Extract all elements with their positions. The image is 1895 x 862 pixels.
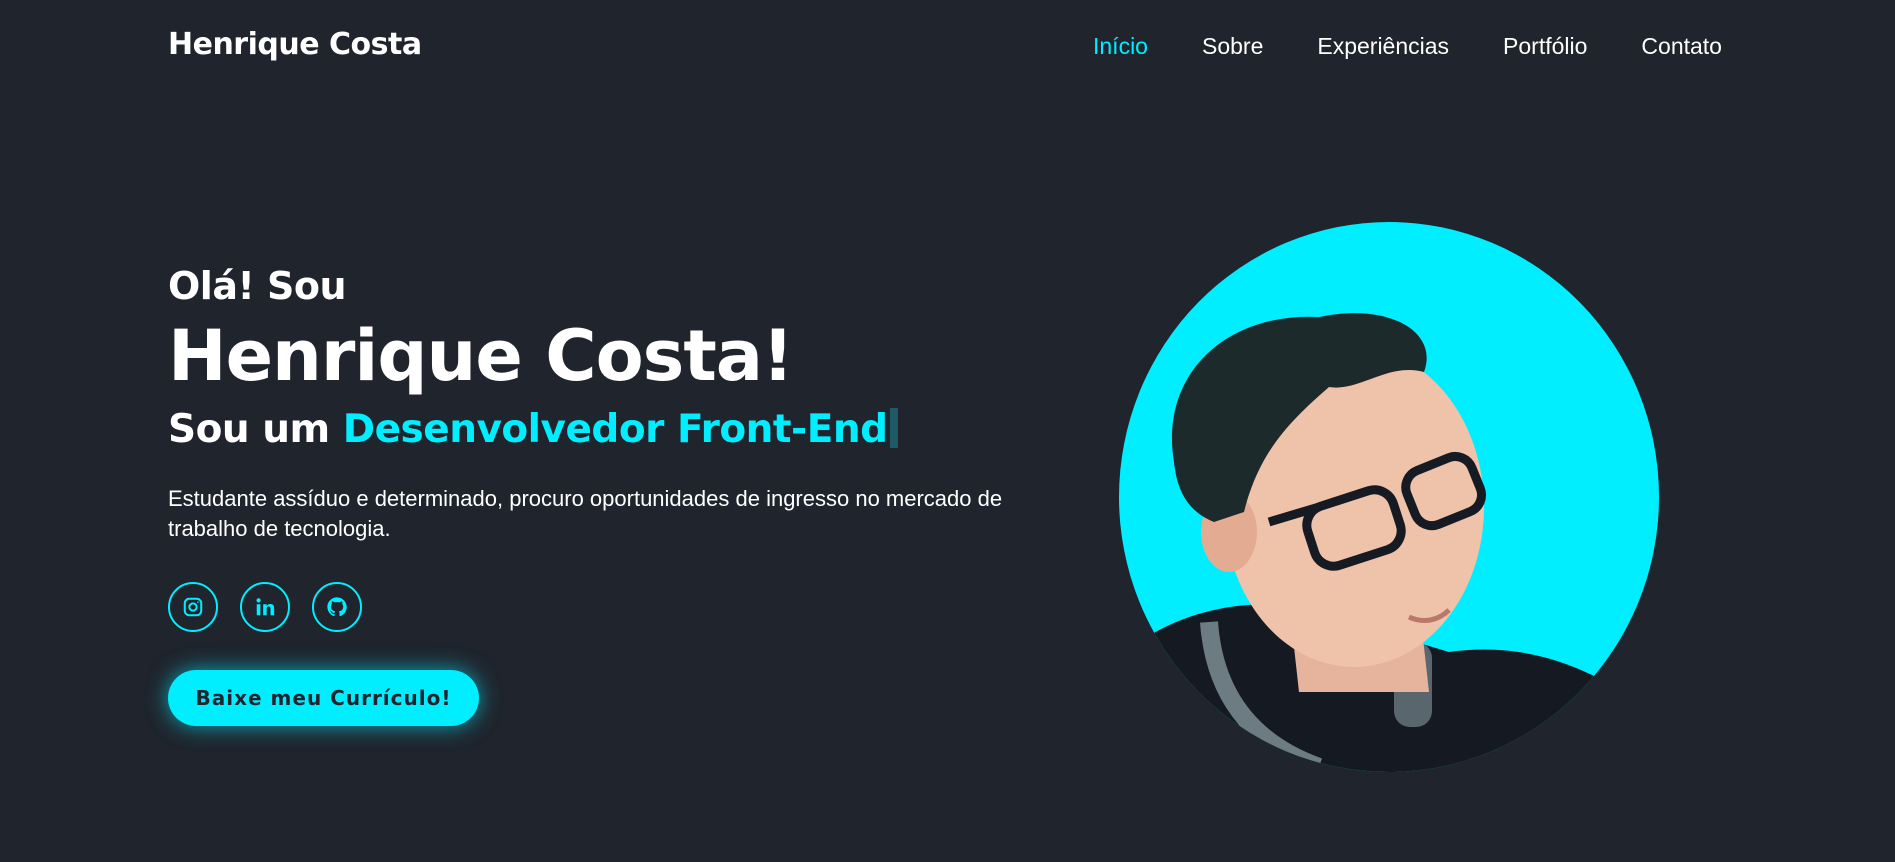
nav-item-inicio[interactable]: Início	[1093, 33, 1148, 60]
hero-role: Sou um Desenvolvedor Front-End	[168, 404, 1068, 456]
profile-photo	[1119, 222, 1659, 772]
nav-item-portfolio[interactable]: Portfólio	[1503, 33, 1587, 60]
hero-description: Estudante assíduo e determinado, procuro…	[168, 486, 1003, 541]
social-links	[168, 582, 1068, 632]
instagram-icon	[183, 597, 203, 617]
nav-item-sobre[interactable]: Sobre	[1202, 33, 1263, 60]
github-icon	[327, 597, 347, 617]
nav-item-experiencias[interactable]: Experiências	[1317, 33, 1449, 60]
typing-caret	[889, 408, 898, 448]
hero-section: Olá! Sou Henrique Costa! Sou um Desenvol…	[168, 260, 1068, 726]
main-nav: Início Sobre Experiências Portfólio Cont…	[1093, 33, 1722, 60]
github-link[interactable]	[312, 582, 362, 632]
linkedin-link[interactable]	[240, 582, 290, 632]
logo[interactable]: Henrique Costa	[168, 27, 422, 62]
nav-item-contato[interactable]: Contato	[1641, 33, 1722, 60]
hero-greeting: Olá! Sou	[168, 264, 347, 308]
download-cv-button[interactable]: Baixe meu Currículo!	[168, 670, 479, 726]
role-prefix: Sou um	[168, 407, 343, 452]
instagram-link[interactable]	[168, 582, 218, 632]
site-header: Henrique Costa Início Sobre Experiências…	[0, 0, 1895, 94]
linkedin-icon	[256, 598, 275, 616]
hero-name: Henrique Costa!	[168, 315, 794, 397]
role-highlight: Desenvolvedor Front-End	[342, 407, 888, 452]
